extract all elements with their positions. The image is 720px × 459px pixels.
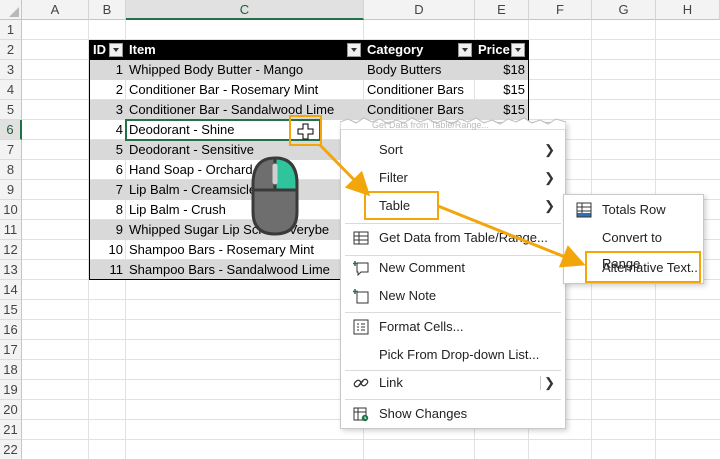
callout-arrows [318,143,586,268]
